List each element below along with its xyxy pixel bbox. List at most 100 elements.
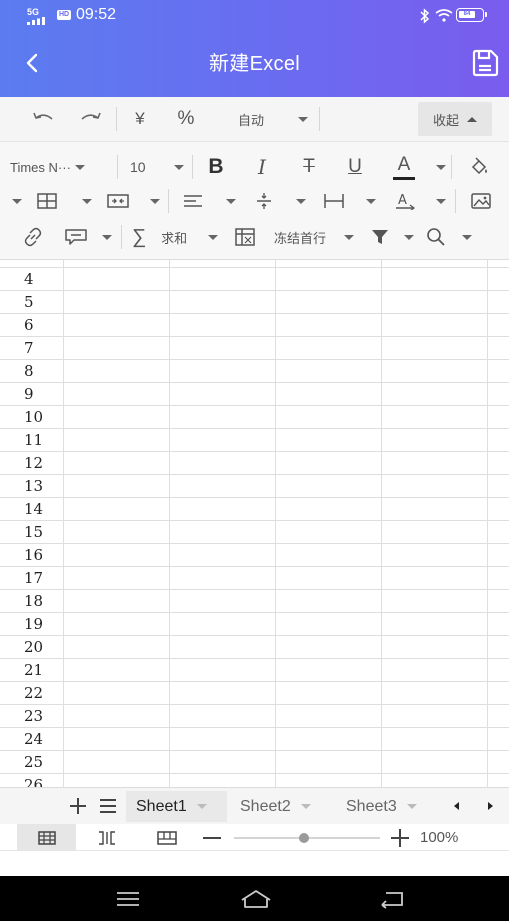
freeze-first-row-dropdown[interactable]: 冻结首行 — [234, 225, 354, 249]
row-header[interactable]: 4 — [0, 268, 63, 291]
number-format-dropdown[interactable]: 自动 — [232, 107, 312, 131]
spreadsheet-grid[interactable]: 4 5 6 7 8 9 10 11 12 13 14 15 16 17 18 19 20 21 22 23 24 25 26 — [0, 260, 509, 787]
italic-button[interactable]: I — [250, 154, 274, 180]
row-header[interactable]: 14 — [0, 498, 63, 521]
table-row[interactable]: 14 — [0, 498, 509, 521]
table-row[interactable]: 18 — [0, 590, 509, 613]
table-row[interactable]: 12 — [0, 452, 509, 475]
chevron-down-icon[interactable] — [12, 199, 22, 204]
table-row[interactable]: 20 — [0, 636, 509, 659]
table-row[interactable]: 9 — [0, 383, 509, 406]
search-dropdown[interactable] — [426, 225, 472, 249]
table-row[interactable]: 22 — [0, 682, 509, 705]
row-header[interactable]: 21 — [0, 659, 63, 682]
table-row[interactable]: 15 — [0, 521, 509, 544]
table-row[interactable]: 6 — [0, 314, 509, 337]
text-wrap-dropdown[interactable]: A — [394, 189, 446, 213]
row-header[interactable]: 9 — [0, 383, 63, 406]
column-width-dropdown[interactable] — [322, 189, 376, 213]
row-header[interactable]: 20 — [0, 636, 63, 659]
table-row[interactable]: 23 — [0, 705, 509, 728]
scroll-tabs-right-button[interactable] — [481, 796, 499, 816]
row-header[interactable]: 24 — [0, 728, 63, 751]
sheet-tab-label: Sheet3 — [346, 797, 397, 815]
home-button[interactable] — [236, 884, 276, 914]
page-title: 新建Excel — [208, 53, 300, 75]
border-dropdown[interactable] — [36, 189, 92, 213]
row-header[interactable]: 7 — [0, 337, 63, 360]
page-layout-view-button[interactable] — [152, 824, 182, 851]
font-color-dropdown[interactable]: A — [392, 152, 446, 182]
back-navigation-button[interactable] — [372, 884, 412, 914]
table-row[interactable]: 13 — [0, 475, 509, 498]
row-header[interactable]: 18 — [0, 590, 63, 613]
table-row[interactable]: 5 — [0, 291, 509, 314]
page-break-view-button[interactable] — [92, 824, 122, 851]
sheet-tab-3[interactable]: Sheet3 — [336, 791, 438, 822]
table-row[interactable]: 24 — [0, 728, 509, 751]
table-row[interactable]: 4 — [0, 268, 509, 291]
font-size-dropdown[interactable]: 10 — [126, 155, 184, 179]
row-header[interactable]: 26 — [0, 774, 63, 787]
horizontal-align-dropdown[interactable] — [182, 189, 236, 213]
table-row[interactable]: 16 — [0, 544, 509, 567]
row-header[interactable]: 15 — [0, 521, 63, 544]
table-row[interactable]: 21 — [0, 659, 509, 682]
table-row[interactable] — [0, 260, 509, 268]
underline-button[interactable]: U — [342, 154, 368, 180]
row-header[interactable]: 23 — [0, 705, 63, 728]
row-header[interactable]: 12 — [0, 452, 63, 475]
normal-view-button[interactable] — [17, 824, 76, 851]
table-row[interactable]: 19 — [0, 613, 509, 636]
row-header[interactable]: 22 — [0, 682, 63, 705]
filter-dropdown[interactable] — [370, 225, 414, 249]
currency-button[interactable]: ¥ — [128, 107, 152, 131]
row-header[interactable]: 8 — [0, 360, 63, 383]
zoom-slider-handle[interactable] — [299, 833, 310, 843]
font-name-label: Times N··· — [10, 159, 71, 175]
sheet-tab-1[interactable]: Sheet1 — [126, 791, 227, 822]
table-row[interactable]: 25 — [0, 751, 509, 774]
sheet-tab-2[interactable]: Sheet2 — [230, 791, 333, 822]
save-button[interactable] — [470, 48, 500, 78]
vertical-align-dropdown[interactable] — [254, 189, 306, 213]
zoom-in-button[interactable] — [386, 824, 414, 851]
bold-button[interactable]: B — [204, 154, 228, 180]
sheet-list-button[interactable] — [96, 794, 120, 818]
undo-button[interactable] — [30, 107, 58, 131]
comment-dropdown[interactable] — [64, 225, 112, 249]
freeze-pane-icon — [235, 228, 255, 246]
table-row[interactable]: 7 — [0, 337, 509, 360]
row-header[interactable]: 16 — [0, 544, 63, 567]
row-header[interactable]: 17 — [0, 567, 63, 590]
row-header[interactable]: 19 — [0, 613, 63, 636]
row-header[interactable]: 11 — [0, 429, 63, 452]
font-name-dropdown[interactable]: Times N··· — [10, 155, 110, 179]
row-header[interactable]: 13 — [0, 475, 63, 498]
insert-link-button[interactable] — [20, 225, 46, 249]
row-header[interactable]: 5 — [0, 291, 63, 314]
table-row[interactable]: 11 — [0, 429, 509, 452]
collapse-button[interactable]: 收起 — [418, 102, 492, 136]
sum-dropdown[interactable]: ∑ 求和 — [132, 225, 218, 249]
fill-color-button[interactable] — [466, 155, 492, 179]
add-sheet-button[interactable] — [66, 794, 90, 818]
row-header[interactable]: 10 — [0, 406, 63, 429]
row-header[interactable]: 25 — [0, 751, 63, 774]
merge-cells-dropdown[interactable] — [106, 189, 160, 213]
table-row[interactable]: 10 — [0, 406, 509, 429]
zoom-slider[interactable] — [234, 833, 380, 843]
percent-button[interactable]: % — [172, 107, 200, 131]
strikethrough-button[interactable]: T — [296, 154, 322, 180]
row-header[interactable]: 6 — [0, 314, 63, 337]
insert-image-button[interactable] — [468, 189, 494, 213]
redo-button[interactable] — [76, 107, 104, 131]
chevron-down-icon — [462, 234, 472, 240]
chevron-down-icon — [82, 198, 92, 204]
table-row[interactable]: 26 — [0, 774, 509, 787]
zoom-out-button[interactable] — [198, 824, 226, 851]
table-row[interactable]: 8 — [0, 360, 509, 383]
table-row[interactable]: 17 — [0, 567, 509, 590]
recent-apps-button[interactable] — [108, 884, 148, 914]
scroll-tabs-left-button[interactable] — [448, 796, 466, 816]
